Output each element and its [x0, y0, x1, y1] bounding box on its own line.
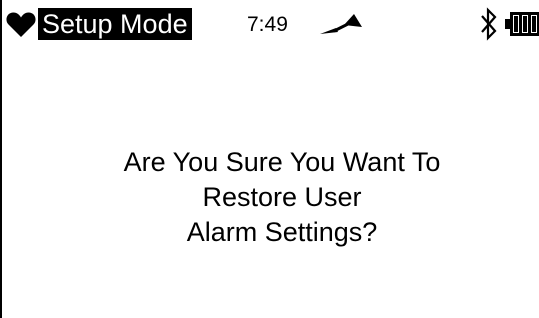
confirmation-message: Are You Sure You Want To Restore User Al…	[32, 145, 532, 250]
battery-icon	[505, 12, 539, 36]
message-line: Restore User	[202, 182, 362, 212]
message-line: Are You Sure You Want To	[123, 147, 441, 177]
clock-time: 7:49	[247, 13, 288, 36]
bluetooth-icon	[481, 7, 497, 41]
device-screen: Setup Mode 7:49 Are You Sure You Want To…	[0, 0, 539, 318]
message-line: Alarm Settings?	[186, 217, 378, 247]
mode-label: Setup Mode	[38, 8, 192, 40]
signal-icon	[320, 14, 362, 34]
heart-icon	[6, 12, 36, 37]
status-bar: Setup Mode 7:49	[2, 0, 539, 46]
